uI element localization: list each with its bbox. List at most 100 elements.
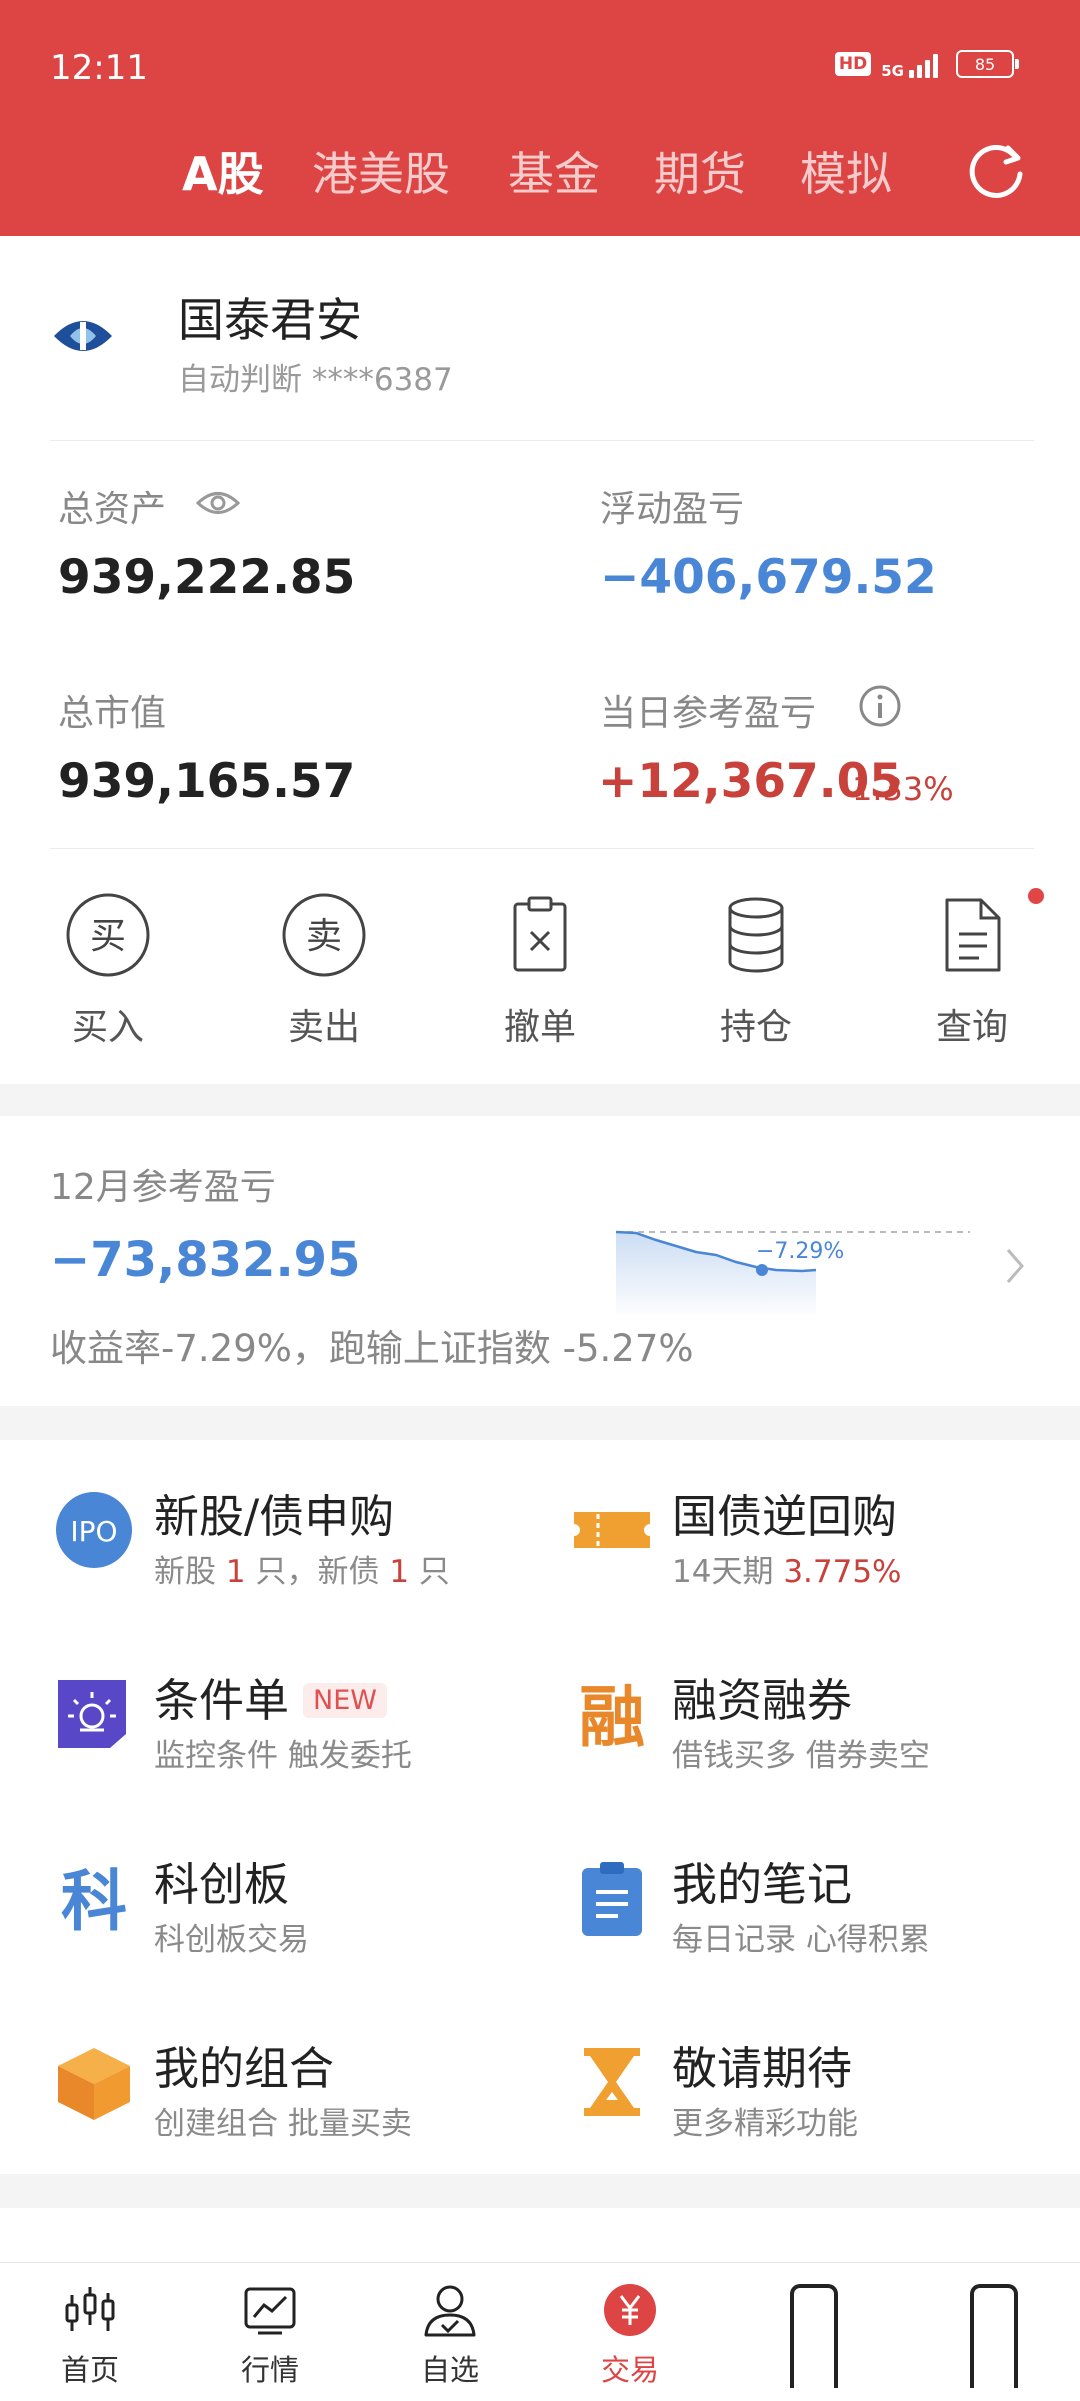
total-assets-value: 939,222.85	[58, 550, 356, 605]
conditional-order-item[interactable]: 条件单 NEW 监控条件 触发委托	[54, 1664, 494, 1784]
tab-futures[interactable]: 期货	[654, 138, 746, 204]
svg-text:IPO: IPO	[70, 1515, 117, 1548]
account-number: 自动判断 ****6387	[178, 362, 453, 398]
ipo-title: 新股/债申购	[154, 1490, 395, 1543]
reverse-repo-subtitle: 14天期 3.775%	[672, 1554, 902, 1590]
cube-icon	[58, 2048, 130, 2120]
nav-item-partial[interactable]	[790, 2284, 838, 2388]
my-notes-title: 我的笔记	[672, 1858, 853, 1911]
chart-icon	[244, 2287, 296, 2335]
nav-trade-label: 交易	[600, 2353, 659, 2387]
my-notes-subtitle: 每日记录 心得积累	[672, 1922, 930, 1958]
margin-title: 融资融券	[672, 1674, 853, 1727]
hourglass-icon	[584, 2048, 640, 2116]
cancel-order-button[interactable]: 撤单	[470, 890, 610, 1050]
reverse-repo-title: 国债逆回购	[672, 1490, 898, 1543]
margin-trading-item[interactable]: 融 融资融券 借钱买多 借券卖空	[572, 1664, 1012, 1784]
my-portfolio-title: 我的组合	[154, 2042, 335, 2095]
my-portfolio-subtitle: 创建组合 批量买卖	[154, 2106, 412, 2142]
nav-trade[interactable]: 交易	[570, 2281, 690, 2389]
yuan-icon	[604, 2284, 656, 2336]
user-check-icon	[424, 2285, 476, 2337]
hd-icon: HD	[834, 52, 872, 76]
ticket-icon	[574, 1512, 650, 1548]
ipo-subtitle: 新股 1 只，新债 1 只	[154, 1554, 450, 1590]
document-icon	[945, 898, 1001, 972]
market-tabs: A股 港美股 基金 期货 模拟	[0, 138, 1080, 208]
my-portfolio-item[interactable]: 我的组合 创建组合 批量买卖	[54, 2032, 494, 2152]
nav-item-partial[interactable]	[970, 2284, 1018, 2388]
network-type: 5G	[881, 62, 904, 80]
buy-icon: 买	[66, 893, 150, 977]
eye-icon[interactable]	[196, 488, 240, 518]
svg-text:科: 科	[61, 1863, 127, 1938]
buy-button[interactable]: 买 买入	[38, 890, 178, 1050]
status-icons: HD 5G 85	[834, 50, 1019, 80]
refresh-icon[interactable]	[966, 140, 1028, 202]
header: 12:11 HD 5G 85 A股 港美股 基金 期货 模拟	[0, 0, 1080, 236]
tab-funds[interactable]: 基金	[508, 138, 600, 204]
nav-home-label: 首页	[60, 2353, 119, 2387]
coming-soon-subtitle: 更多精彩功能	[672, 2106, 858, 2142]
my-notes-item[interactable]: 我的笔记 每日记录 心得积累	[572, 1848, 1012, 1968]
cancel-order-icon	[513, 896, 567, 972]
next-card	[0, 2208, 1080, 2268]
star-market-subtitle: 科创板交易	[154, 1922, 309, 1958]
battery-level: 85	[974, 54, 996, 74]
notification-dot	[1028, 888, 1044, 904]
nav-watchlist-label: 自选	[420, 2353, 479, 2387]
candlestick-icon	[65, 2287, 115, 2331]
market-value-label: 总市值	[58, 693, 167, 734]
star-market-item[interactable]: 科 科创板 科创板交易	[54, 1848, 494, 1968]
total-assets-label: 总资产	[58, 489, 167, 530]
ipo-subscription-item[interactable]: IPO 新股/债申购 新股 1 只，新债 1 只	[54, 1480, 494, 1600]
tab-simulation[interactable]: 模拟	[800, 138, 892, 204]
monthly-pnl-value: −73,832.95	[50, 1232, 361, 1288]
status-time: 12:11	[50, 48, 148, 88]
query-button[interactable]: 查询	[902, 890, 1042, 1050]
ipo-icon: IPO	[56, 1492, 132, 1568]
conditional-order-subtitle: 监控条件 触发委托	[154, 1738, 412, 1774]
broker-logo-icon	[54, 321, 112, 351]
query-label: 查询	[935, 1007, 1008, 1048]
sell-button[interactable]: 卖 卖出	[254, 890, 394, 1050]
buy-label: 买入	[71, 1007, 144, 1048]
cancel-order-label: 撤单	[503, 1007, 576, 1048]
clipboard-icon	[582, 1862, 642, 1936]
coming-soon-item[interactable]: 敬请期待 更多精彩功能	[572, 2032, 1012, 2152]
float-pnl-value: −406,679.52	[600, 550, 937, 605]
info-icon[interactable]	[858, 684, 902, 728]
sell-icon: 卖	[282, 893, 366, 977]
star-board-icon: 科	[61, 1863, 127, 1938]
broker-name[interactable]: 国泰君安	[178, 284, 362, 350]
float-pnl-label: 浮动盈亏	[600, 489, 745, 530]
nav-watchlist[interactable]: 自选	[390, 2281, 510, 2389]
daily-pnl-percent: 1.33%	[852, 770, 954, 808]
nav-market-label: 行情	[240, 2353, 299, 2387]
monthly-pnl-title: 12月参考盈亏	[50, 1167, 276, 1208]
svg-text:买: 买	[90, 916, 126, 957]
monthly-desc: 收益率-7.29%，跑输上证指数 -5.27%	[50, 1327, 694, 1370]
conditional-order-title: 条件单 NEW	[154, 1664, 387, 1729]
tab-a-shares[interactable]: A股	[182, 138, 264, 204]
new-badge: NEW	[303, 1682, 387, 1718]
margin-icon: 融	[579, 1679, 645, 1754]
divider	[50, 848, 1034, 849]
sell-label: 卖出	[287, 1007, 360, 1048]
reverse-repo-item[interactable]: 国债逆回购 14天期 3.775%	[572, 1480, 1012, 1600]
svg-text:卖: 卖	[306, 916, 342, 957]
positions-label: 持仓	[719, 1007, 792, 1048]
sparkline-label: −7.29%	[756, 1239, 844, 1264]
signal-icon: 5G	[881, 50, 938, 80]
nav-market[interactable]: 行情	[210, 2281, 330, 2389]
svg-text:融: 融	[579, 1679, 645, 1754]
divider	[50, 440, 1034, 441]
tab-hk-us[interactable]: 港美股	[312, 138, 450, 204]
positions-button[interactable]: 持仓	[686, 890, 826, 1050]
star-market-title: 科创板	[154, 1858, 290, 1911]
alarm-light-icon	[58, 1680, 126, 1748]
database-icon	[728, 897, 784, 973]
chevron-right-icon[interactable]	[1004, 1246, 1026, 1286]
daily-pnl-label: 当日参考盈亏	[600, 693, 817, 734]
nav-home[interactable]: 首页	[30, 2281, 150, 2389]
